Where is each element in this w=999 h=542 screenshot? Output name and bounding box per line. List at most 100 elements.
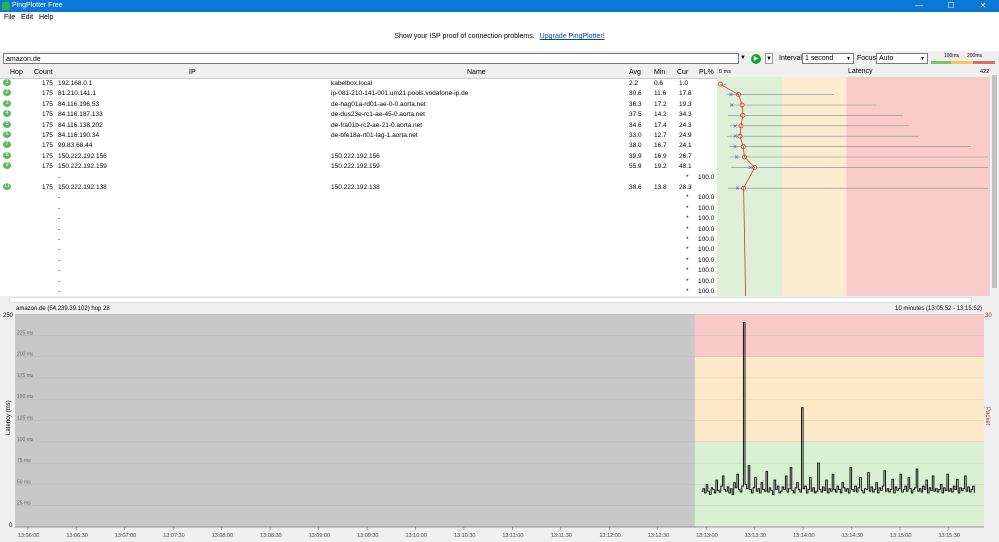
menu-edit[interactable]: Edit — [21, 13, 33, 23]
focus-select[interactable]: Auto ▼ — [876, 53, 928, 64]
cell-cur: * — [686, 236, 689, 243]
table-row[interactable]: - * 100.0 — [0, 193, 717, 203]
hop-badge: 2 — [3, 89, 11, 97]
col-ip[interactable]: IP — [189, 68, 196, 78]
table-row[interactable]: 6 175 84.116.190.34 de-bfe18a-rt01-lag-1.ao… — [0, 131, 717, 141]
col-min[interactable]: Min — [654, 68, 665, 78]
x-tick-label: 13:12:30 — [648, 533, 669, 539]
latency-max-label: 422 — [980, 69, 990, 75]
cell-ip: 84.116.190.34 — [58, 132, 100, 139]
interval-label: Interval — [779, 55, 802, 62]
timeline-panel: amazon.de (54.239.39.102) hop 28 10 minu… — [0, 305, 999, 541]
latency-current-mark: × — [735, 185, 740, 192]
hop-badge: 3 — [3, 99, 11, 107]
x-tick-label: 13:07:30 — [163, 533, 184, 539]
cell-name: 150.222.192.159 — [331, 163, 380, 171]
y-tick-label: 150 ms — [17, 394, 34, 400]
cell-name: ip-081-210-141-001.um21.pools.vodafone-i… — [331, 90, 469, 98]
y-tick-label: 200 ms — [17, 352, 34, 358]
vertical-scrollbar[interactable] — [990, 67, 999, 296]
x-tick-label: 13:14:00 — [793, 533, 814, 539]
chevron-down-icon: ▼ — [920, 56, 925, 62]
table-row[interactable]: 11 175 150.222.192.138 150.222.192.138 38.6 1… — [0, 183, 717, 193]
cell-cur: * — [686, 204, 689, 212]
col-cur[interactable]: Cur — [677, 68, 688, 78]
table-row[interactable]: - * 100.0 — [0, 256, 717, 266]
table-row[interactable]: - * 100.0 — [0, 214, 717, 224]
cell-cur: 19.3 — [679, 100, 692, 108]
table-row[interactable]: - * 100.0 — [0, 245, 717, 255]
maximize-button[interactable]: ☐ — [935, 0, 967, 12]
target-dropdown-icon[interactable]: ▼ — [739, 53, 747, 64]
table-row[interactable]: - * 100.0 — [0, 204, 717, 214]
cell-ip: 84.116.196.53 — [58, 100, 100, 108]
scale-red — [973, 61, 995, 64]
table-row[interactable]: 4 175 84.116.187.133 de-dus23e-rc1-ae-45-0.… — [0, 110, 717, 120]
y-zero-label: 0 — [9, 523, 13, 529]
table-row[interactable]: 5 175 84.116.138.202 de-fra01b-rc2-ae-21-0.… — [0, 120, 717, 131]
cell-count: 175 — [42, 111, 53, 119]
table-row[interactable]: - * 100.0 — [0, 277, 717, 287]
cell-avg: 36.3 — [629, 100, 642, 108]
col-hop[interactable]: Hop — [10, 68, 23, 78]
cell-count: 175 — [42, 184, 53, 191]
close-button[interactable]: ✕ — [967, 0, 999, 12]
menu-file[interactable]: File — [4, 13, 15, 23]
x-tick-label: 13:15:00 — [890, 533, 911, 539]
scale-green — [931, 61, 951, 64]
cell-avg: 38.6 — [629, 184, 642, 191]
col-name[interactable]: Name — [467, 68, 486, 78]
pl-top-label: 30 — [985, 313, 992, 319]
x-tick-label: 13:08:00 — [212, 533, 233, 539]
cell-pl: 100.0 — [698, 246, 715, 254]
scroll-track[interactable] — [9, 297, 972, 303]
cell-cur: 26.7 — [679, 152, 692, 160]
table-row[interactable]: - * 100.0 — [0, 266, 717, 276]
cell-pl: 100.0 — [698, 173, 715, 181]
table-row[interactable]: 9 175 150.222.192.159 150.222.192.159 55.9 19… — [0, 162, 717, 172]
cell-pl: 100.0 — [698, 277, 715, 285]
x-tick-label: 13:10:00 — [406, 533, 427, 539]
cell-ip: 150.222.192.156 — [58, 152, 107, 160]
hop-badge: 6 — [3, 131, 11, 138]
interval-select[interactable]: 1 second ▼ — [802, 53, 854, 64]
timeline-range-label[interactable]: 10 minutes (13:05:52 - 13:15:52) — [895, 306, 982, 312]
play-icon[interactable]: ▶ — [751, 54, 761, 64]
col-avg[interactable]: Avg — [629, 68, 641, 78]
upgrade-link[interactable]: Upgrade PingPlotter! — [540, 33, 605, 40]
play-dropdown-icon[interactable]: ▼ — [765, 53, 773, 64]
table-row[interactable]: 8 175 150.222.192.156 150.222.192.156 39.9 16… — [0, 151, 717, 162]
cell-cur: 34.3 — [679, 111, 692, 119]
target-input[interactable]: amazon.de — [3, 53, 739, 64]
table-row[interactable]: - * 100.0 — [0, 235, 717, 245]
hop-badge: 7 — [3, 141, 11, 149]
cell-count: 175 — [42, 80, 53, 87]
col-pl[interactable]: PL% — [699, 68, 714, 78]
table-row[interactable]: - * 100.0 — [0, 225, 717, 235]
minimize-button[interactable]: — — [903, 0, 935, 12]
table-row[interactable]: 1 175 192.168.0.1 kabelbox.local 2.2 0.6 1.0 — [0, 79, 717, 89]
y-tick-label: 25 ms — [17, 501, 31, 507]
cell-avg: 55.9 — [629, 163, 642, 171]
cell-cur: 24.3 — [679, 121, 692, 129]
table-row[interactable]: - * 100.0 — [0, 173, 717, 183]
cell-ip: - — [58, 246, 61, 254]
menu-help[interactable]: Help — [39, 13, 53, 23]
latency-current-mark: × — [748, 164, 753, 171]
table-row[interactable]: 2 175 81.210.141.1 ip-081-210-141-001.um21.… — [0, 89, 717, 99]
cell-ip: 99.83.68.44 — [58, 142, 93, 150]
table-row[interactable]: 3 175 84.116.196.53 de-hag01a-rd01-ae-0-0.a… — [0, 99, 717, 110]
scroll-thumb[interactable] — [992, 75, 997, 288]
cell-name: de-dus23e-rc1-ae-45-0.aorta.net — [331, 111, 425, 119]
y-top-label: 250 — [3, 313, 14, 319]
toolbar: amazon.de ▼ ▶ ▼ Interval 1 second ▼ Focu… — [0, 51, 999, 67]
y-tick-label: 50 ms — [17, 479, 31, 485]
cell-min: 13.8 — [654, 184, 667, 191]
table-row[interactable]: 7 175 99.83.68.44 38.0 16.7 24.1 — [0, 141, 717, 151]
latency-current-mark: × — [732, 123, 737, 130]
cell-ip: - — [58, 225, 61, 233]
cell-cur: * — [686, 246, 689, 254]
col-count[interactable]: Count — [34, 68, 53, 78]
interval-value: 1 second — [805, 55, 834, 62]
cell-ip: 81.210.141.1 — [58, 90, 96, 98]
